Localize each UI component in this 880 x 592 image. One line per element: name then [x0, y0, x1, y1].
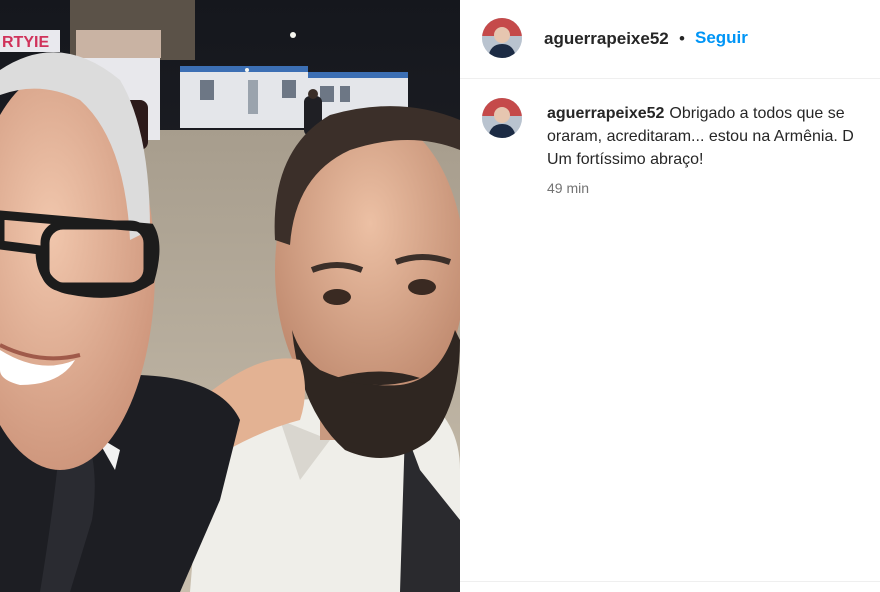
post-timestamp[interactable]: 49 min [547, 180, 589, 196]
profile-picture-icon [482, 18, 522, 58]
sign-text: RTYIE [2, 34, 49, 51]
caption-line-3: Um fortíssimo abraço! [547, 151, 704, 168]
post-photo[interactable]: RTYIE [0, 0, 460, 592]
caption-line-1: Obrigado a todos que se [669, 105, 845, 122]
profile-picture-icon [482, 98, 522, 138]
caption-text: aguerrapeixe52 Obrigado a todos que se or… [547, 102, 880, 171]
separator-dot: • [679, 29, 685, 48]
follow-button[interactable]: Seguir [695, 28, 748, 48]
selfie-image: RTYIE [0, 0, 460, 592]
avatar[interactable] [482, 98, 522, 138]
post-header: aguerrapeixe52 • Seguir [460, 0, 880, 79]
caption-line-2: oraram, acreditaram... estou na Armênia.… [547, 128, 854, 145]
caption-comment: aguerrapeixe52 Obrigado a todos que se or… [460, 80, 880, 220]
divider [460, 581, 880, 582]
avatar[interactable] [482, 18, 522, 58]
post-username[interactable]: aguerrapeixe52 [544, 29, 669, 49]
post-side-panel: aguerrapeixe52 • Seguir aguerrapeixe52 Ob… [460, 0, 880, 592]
caption-username[interactable]: aguerrapeixe52 [547, 105, 664, 122]
